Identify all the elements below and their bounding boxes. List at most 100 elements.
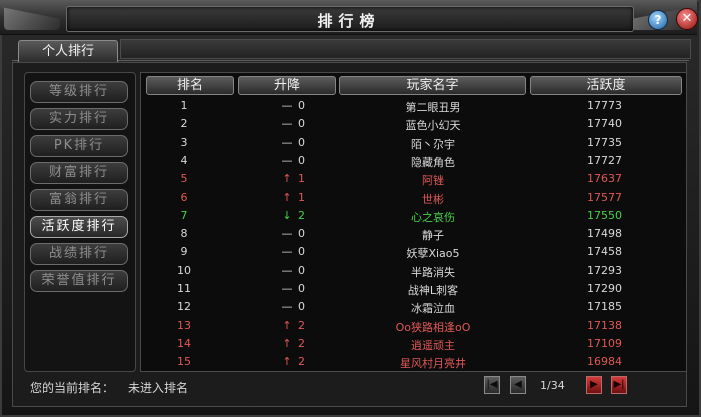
table-row[interactable]: 11—0 战神L刺客 17290 (146, 280, 681, 298)
rank-cell: 7 (180, 208, 188, 222)
first-page-button[interactable]: |◀ (484, 376, 500, 394)
activity-cell: 17637 (587, 172, 622, 186)
change-cell: ↑ 2 (258, 319, 338, 332)
change-value: 2 (298, 336, 305, 350)
prev-page-button[interactable]: ◀ (510, 376, 526, 394)
activity-cell: 17458 (587, 245, 622, 259)
table-row[interactable]: 1—0 第二眼丑男 17773 (146, 97, 681, 115)
change-arrow: ↑ (282, 355, 292, 369)
rank-cell: 8 (180, 227, 188, 241)
category-battle[interactable]: 战绩排行 (30, 243, 128, 265)
change-arrow: — (281, 227, 293, 241)
next-page-icon: ▶ (590, 379, 598, 390)
category-strength[interactable]: 实力排行 (30, 108, 128, 130)
my-rank-value: 未进入排名 (128, 381, 189, 395)
change-arrow: — (281, 153, 293, 167)
table-row[interactable]: 13 ↑ 2 Oo狭路相逢oO 17138 (146, 317, 681, 335)
rank-cell: 2 (180, 117, 188, 131)
table-row[interactable]: 9 —0 妖孽Xiao5 17458 (146, 243, 681, 261)
change-cell: —0 (258, 117, 338, 130)
change-cell: ↑ 2 (258, 355, 338, 368)
player-name-cell: 蓝色小幻天 (405, 119, 461, 133)
category-rich[interactable]: 富翁排行 (30, 189, 128, 211)
category-wealth[interactable]: 财富排行 (30, 162, 128, 184)
category-activity[interactable]: 活跃度排行 (30, 216, 128, 238)
header-change[interactable]: 升降 (238, 76, 336, 95)
player-name-cell: 星风村月亮井 (400, 357, 466, 371)
close-button[interactable]: ✕ (676, 8, 698, 30)
change-arrow: ↑ (282, 172, 292, 186)
change-arrow: — (281, 245, 293, 259)
rank-cell: 5 (180, 172, 188, 186)
activity-cell: 17109 (587, 336, 622, 350)
tab-personal-ranking[interactable]: 个人排行 (18, 40, 118, 63)
category-level[interactable]: 等级排行 (30, 81, 128, 103)
change-cell: ↑ 2 (258, 337, 338, 350)
player-name-cell: 冰霜泣血 (411, 302, 455, 316)
player-name-cell: 静子 (422, 229, 444, 243)
player-name-cell: 逍遥顽主 (411, 338, 455, 352)
rank-cell: 14 (177, 336, 191, 350)
next-page-button[interactable]: ▶ (586, 376, 602, 394)
category-pk[interactable]: PK排行 (30, 135, 128, 157)
help-button[interactable]: ? (648, 10, 668, 30)
change-arrow: — (281, 135, 293, 149)
change-value: 0 (298, 263, 305, 277)
change-arrow: — (281, 282, 293, 295)
activity-cell: 16984 (587, 355, 622, 369)
first-page-icon: |◀ (486, 379, 498, 390)
change-cell: —0 (258, 245, 338, 258)
activity-cell: 17293 (587, 263, 622, 277)
table-row[interactable]: 5 ↑ 1 阿锉 17637 (146, 170, 681, 188)
table-row[interactable]: 7 ↓ 2 心之哀伤 17550 (146, 207, 681, 225)
player-name-cell: 心之哀伤 (411, 210, 455, 224)
rank-cell: 9 (180, 245, 188, 259)
table-row[interactable]: 8—0 静子 17498 (146, 225, 681, 243)
table-row[interactable]: 14 ↑ 2 逍遥顽主 17109 (146, 335, 681, 353)
player-name-cell: 妖孽Xiao5 (406, 247, 460, 261)
player-name-cell: 阿锉 (422, 174, 444, 188)
rank-cell: 4 (180, 153, 188, 167)
activity-cell: 17185 (587, 300, 622, 314)
player-name-cell: 战神L刺客 (407, 284, 459, 297)
rank-cell: 12 (177, 300, 191, 314)
change-value: 0 (298, 153, 305, 167)
change-value: 2 (298, 318, 305, 332)
last-page-button[interactable]: ▶| (611, 376, 627, 394)
rank-cell: 11 (177, 282, 191, 295)
activity-cell: 17735 (587, 135, 622, 149)
player-name-cell: 半路消失 (411, 265, 455, 279)
table-row[interactable]: 3—0 陌丶尕宇 17735 (146, 134, 681, 152)
table-row[interactable]: 6 ↑ 1 世彬 17577 (146, 189, 681, 207)
rank-cell: 13 (177, 318, 191, 332)
player-name-cell: 世彬 (422, 192, 444, 206)
header-rank[interactable]: 排名 (146, 76, 234, 95)
change-cell: —0 (258, 264, 338, 277)
tab-strip-fill (120, 39, 691, 59)
table-row[interactable]: 12 — 0 冰霜泣血 17185 (146, 298, 681, 316)
table-row[interactable]: 15 ↑ 2 星风村月亮井 16984 (146, 353, 681, 371)
activity-cell: 17577 (587, 190, 622, 204)
change-value: 2 (298, 208, 305, 222)
change-arrow: — (281, 300, 293, 314)
change-arrow: ↑ (282, 336, 292, 350)
activity-cell: 17727 (587, 153, 622, 167)
change-arrow: — (281, 263, 293, 277)
header-player-name[interactable]: 玩家名字 (339, 76, 526, 95)
change-arrow: — (281, 117, 293, 131)
change-value: 0 (298, 282, 305, 295)
table-row[interactable]: 10—0 半路消失 17293 (146, 262, 681, 280)
change-value: 0 (298, 300, 305, 314)
category-honor[interactable]: 荣誉值排行 (30, 270, 128, 292)
change-value: 1 (298, 172, 305, 186)
header-activity[interactable]: 活跃度 (530, 76, 682, 95)
change-arrow: ↑ (282, 190, 292, 204)
rank-cell: 6 (180, 190, 188, 204)
change-arrow: ↓ (282, 208, 292, 222)
table-row[interactable]: 4—0 隐藏角色 17727 (146, 152, 681, 170)
activity-cell: 17740 (587, 117, 622, 131)
activity-cell: 17550 (587, 208, 622, 222)
table-row[interactable]: 2 —0 蓝色小幻天 17740 (146, 115, 681, 133)
change-arrow: — (281, 99, 293, 112)
change-value: 0 (298, 227, 305, 241)
